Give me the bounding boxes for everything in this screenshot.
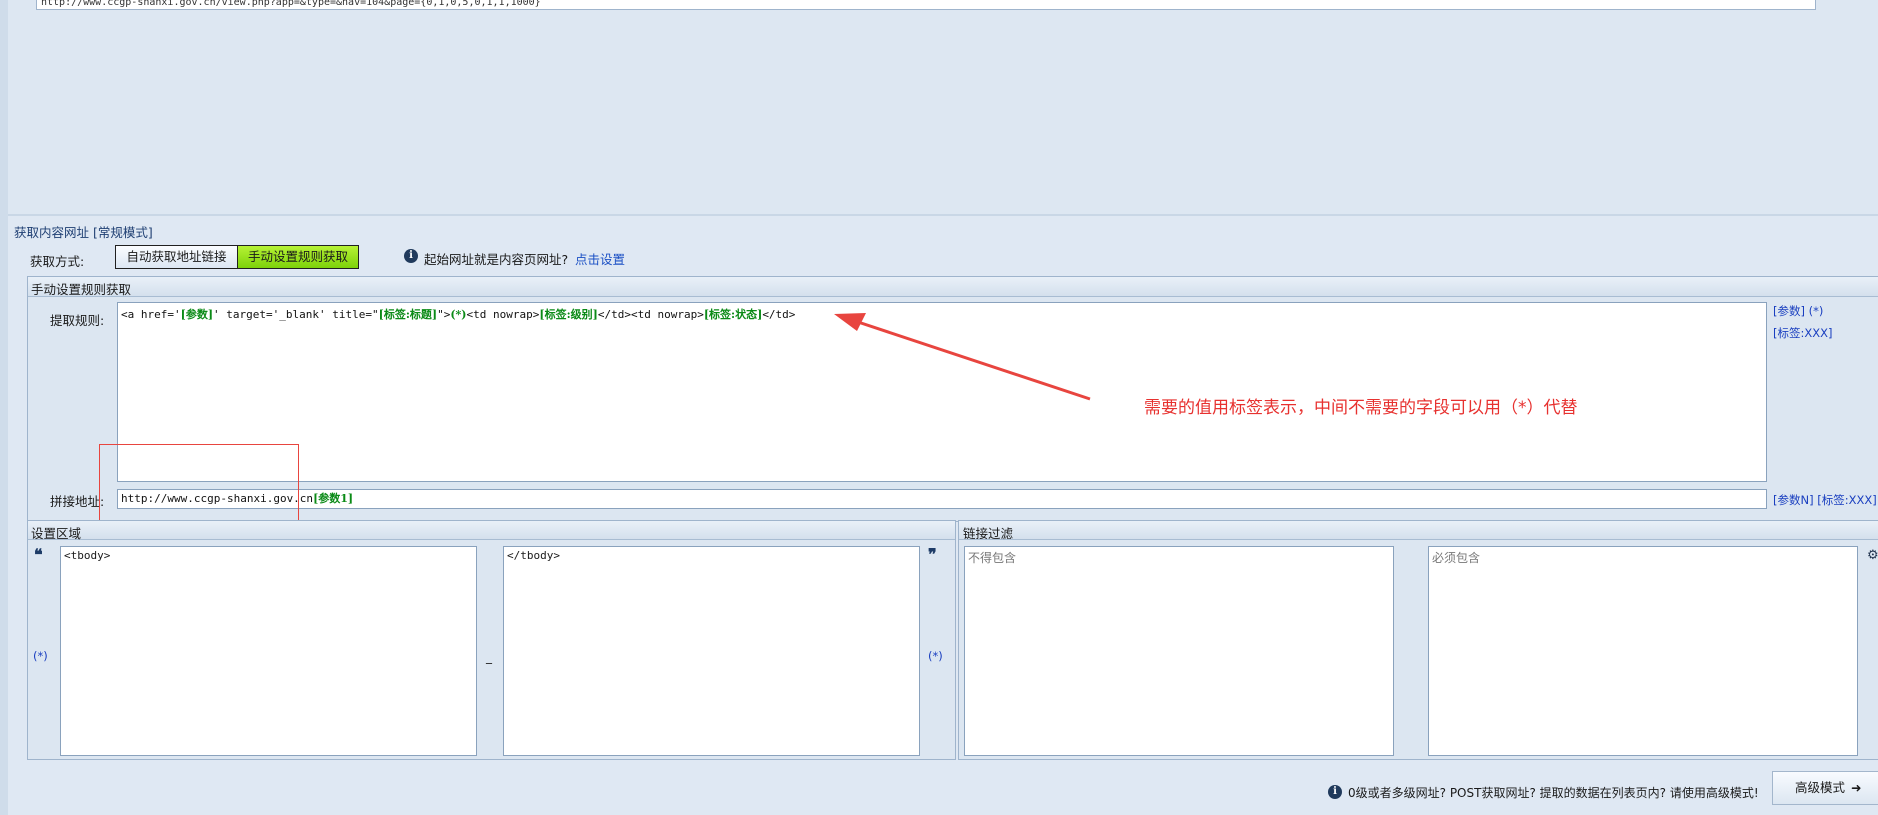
area-separator: _ bbox=[486, 650, 492, 664]
extract-rule-label: 提取规则: bbox=[50, 313, 105, 328]
rule-text: </td><td nowrap> bbox=[597, 308, 704, 321]
rule-text: </td> bbox=[762, 308, 796, 321]
advanced-mode-label: 高级模式 bbox=[1795, 780, 1846, 795]
rule-text: <td nowrap> bbox=[466, 308, 540, 321]
method-label: 获取方式: bbox=[30, 254, 85, 269]
wildcard-link-left[interactable]: (*) bbox=[33, 649, 48, 663]
rule-tag-param: [参数] bbox=[180, 308, 214, 321]
advanced-mode-button[interactable]: 高级模式 ➜ bbox=[1772, 771, 1878, 805]
section-title: 获取内容网址 [常规模式] bbox=[14, 225, 153, 240]
auto-fetch-button[interactable]: 自动获取地址链接 bbox=[115, 245, 237, 269]
start-url-textarea[interactable]: http://www.ccgp-shanxi.gov.cn/view.php?a… bbox=[36, 0, 1816, 10]
arrow-right-icon: ➜ bbox=[1851, 780, 1862, 795]
close-quote-icon: ❞ bbox=[928, 545, 937, 564]
info-icon: i bbox=[404, 249, 418, 263]
start-url-question: 起始网址就是内容页网址? bbox=[424, 252, 569, 267]
insert-param-link[interactable]: [参数] (*) bbox=[1773, 303, 1823, 319]
info-icon: i bbox=[1328, 785, 1342, 799]
area-end-textarea[interactable]: </tbody> bbox=[503, 546, 920, 756]
wildcard-link-right[interactable]: (*) bbox=[928, 649, 943, 663]
insert-label-link[interactable]: [标签:XXX] bbox=[1773, 325, 1832, 341]
join-url-label: 拼接地址: bbox=[50, 494, 105, 509]
area-start-textarea[interactable]: <tbody> bbox=[60, 546, 477, 756]
manual-rule-title: 手动设置规则获取 bbox=[31, 282, 132, 297]
rule-text: <a href=' bbox=[121, 308, 181, 321]
gear-icon[interactable]: ⚙ bbox=[1867, 548, 1878, 563]
top-panel bbox=[8, 0, 1878, 215]
link-filter-header bbox=[959, 521, 1878, 540]
divider bbox=[8, 214, 1878, 216]
open-quote-icon: ❝ bbox=[34, 545, 43, 564]
left-strip bbox=[0, 0, 8, 815]
area-settings-title: 设置区域 bbox=[31, 526, 82, 541]
click-setting-link[interactable]: 点击设置 bbox=[575, 249, 625, 268]
extract-rule-textarea[interactable]: <a href='[参数]' target='_blank' title="[标… bbox=[117, 302, 1767, 482]
rule-tag-title: [标签:标题] bbox=[378, 308, 438, 321]
area-settings-header bbox=[28, 521, 955, 540]
annotation-text: 需要的值用标签表示，中间不需要的字段可以用（*）代替 bbox=[1144, 398, 1578, 418]
advanced-mode-hint: 0级或者多级网址? POST获取网址? 提取的数据在列表页内? 请使用高级模式! bbox=[1348, 786, 1759, 800]
manual-rule-header bbox=[28, 277, 1878, 297]
join-url-input[interactable]: http://www.ccgp-shanxi.gov.cn[参数1] bbox=[117, 489, 1767, 509]
exclude-textarea[interactable]: 不得包含 bbox=[964, 546, 1394, 756]
include-textarea[interactable]: 必须包含 bbox=[1428, 546, 1858, 756]
highlight-box bbox=[99, 444, 299, 526]
rule-tag-wildcard: (*) bbox=[450, 308, 467, 321]
rule-text: ' target='_blank' title=" bbox=[213, 308, 379, 321]
rule-tag-level: [标签:级别] bbox=[539, 308, 598, 321]
join-url-tag: [参数1] bbox=[313, 492, 354, 505]
link-filter-title: 链接过滤 bbox=[963, 526, 1014, 541]
rule-tag-status: [标签:状态] bbox=[703, 308, 763, 321]
rule-text: "> bbox=[437, 308, 451, 321]
manual-rule-button[interactable]: 手动设置规则获取 bbox=[237, 245, 359, 269]
join-insert-links[interactable]: [参数N] [标签:XXX] bbox=[1773, 492, 1877, 508]
